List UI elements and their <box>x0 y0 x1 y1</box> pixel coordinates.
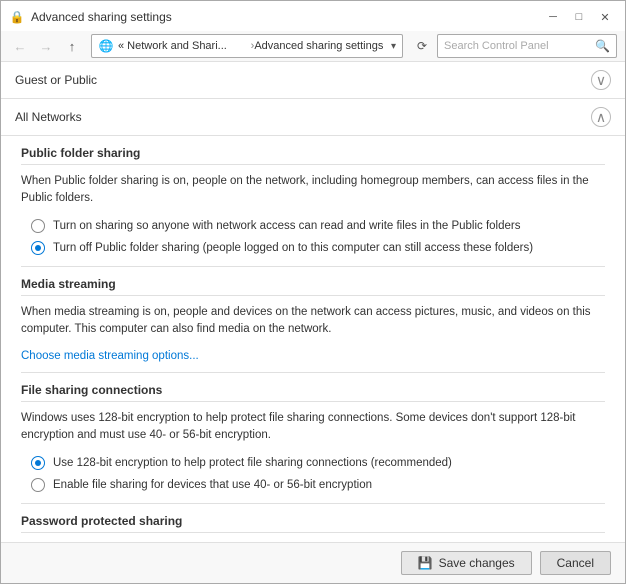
minimize-button[interactable]: ─ <box>541 7 565 27</box>
search-placeholder-text: Search Control Panel <box>444 40 595 52</box>
public-folder-sharing-section: Public folder sharing When Public folder… <box>21 146 605 256</box>
file-sharing-connections-title: File sharing connections <box>21 383 605 402</box>
cancel-button[interactable]: Cancel <box>540 551 611 575</box>
guest-or-public-section-header[interactable]: Guest or Public ∨ <box>1 62 625 99</box>
all-networks-content: Public folder sharing When Public folder… <box>1 136 625 542</box>
radio-128bit[interactable]: Use 128-bit encryption to help protect f… <box>31 455 605 471</box>
radio-turn-off-sharing-circle <box>31 241 45 255</box>
title-controls: ─ □ ✕ <box>541 7 617 27</box>
file-sharing-connections-description: Windows uses 128-bit encryption to help … <box>21 410 605 445</box>
search-icon[interactable]: 🔍 <box>595 39 610 53</box>
file-sharing-connections-section: File sharing connections Windows uses 12… <box>21 372 605 493</box>
password-protected-sharing-title: Password protected sharing <box>21 514 605 533</box>
footer-bar: 💾 Save changes Cancel <box>1 542 625 583</box>
radio-turn-off-sharing[interactable]: Turn off Public folder sharing (people l… <box>31 240 605 256</box>
address-path-part1: « Network and Shari... <box>118 40 251 52</box>
address-path-part2: Advanced sharing settings <box>254 40 387 52</box>
guest-or-public-chevron: ∨ <box>591 70 611 90</box>
content-area: Guest or Public ∨ All Networks ∧ Public … <box>1 62 625 542</box>
close-button[interactable]: ✕ <box>593 7 617 27</box>
save-changes-button[interactable]: 💾 Save changes <box>401 551 532 575</box>
maximize-button[interactable]: □ <box>567 7 591 27</box>
address-bar: 🌐 « Network and Shari... › Advanced shar… <box>91 34 403 58</box>
search-bar[interactable]: Search Control Panel 🔍 <box>437 34 617 58</box>
radio-40-56bit-circle <box>31 478 45 492</box>
toolbar: ← → ↑ 🌐 « Network and Shari... › Advance… <box>1 31 625 62</box>
radio-40-56bit[interactable]: Enable file sharing for devices that use… <box>31 477 605 493</box>
cancel-label: Cancel <box>557 556 594 570</box>
media-streaming-description: When media streaming is on, people and d… <box>21 304 605 339</box>
network-icon: 🌐 <box>98 38 114 54</box>
radio-turn-on-sharing-circle <box>31 219 45 233</box>
refresh-button[interactable]: ⟳ <box>411 35 433 57</box>
radio-40-56bit-label: Enable file sharing for devices that use… <box>53 477 372 493</box>
back-button[interactable]: ← <box>9 35 31 57</box>
guest-or-public-title: Guest or Public <box>15 73 97 87</box>
all-networks-title: All Networks <box>15 110 82 124</box>
radio-128bit-circle <box>31 456 45 470</box>
password-protected-sharing-section: Password protected sharing When password… <box>21 503 605 542</box>
title-bar-left: 🔒 Advanced sharing settings <box>9 9 172 25</box>
file-sharing-radio-group: Use 128-bit encryption to help protect f… <box>31 455 605 493</box>
save-icon: 💾 <box>418 556 433 570</box>
radio-turn-off-sharing-label: Turn off Public folder sharing (people l… <box>53 240 533 256</box>
window-title: Advanced sharing settings <box>31 10 172 24</box>
radio-128bit-label: Use 128-bit encryption to help protect f… <box>53 455 452 471</box>
window-icon: 🔒 <box>9 9 25 25</box>
all-networks-section-header[interactable]: All Networks ∧ <box>1 99 625 136</box>
title-bar: 🔒 Advanced sharing settings ─ □ ✕ <box>1 1 625 31</box>
up-button[interactable]: ↑ <box>61 35 83 57</box>
address-dropdown-arrow[interactable]: ▾ <box>391 41 396 52</box>
main-scroll-area[interactable]: Guest or Public ∨ All Networks ∧ Public … <box>1 62 625 542</box>
all-networks-chevron: ∧ <box>591 107 611 127</box>
public-folder-sharing-description: When Public folder sharing is on, people… <box>21 173 605 208</box>
media-streaming-title: Media streaming <box>21 277 605 296</box>
public-folder-radio-group: Turn on sharing so anyone with network a… <box>31 218 605 256</box>
forward-button[interactable]: → <box>35 35 57 57</box>
radio-turn-on-sharing[interactable]: Turn on sharing so anyone with network a… <box>31 218 605 234</box>
public-folder-sharing-title: Public folder sharing <box>21 146 605 165</box>
save-changes-label: Save changes <box>439 556 515 570</box>
media-streaming-options-link[interactable]: Choose media streaming options... <box>21 350 199 362</box>
media-streaming-section: Media streaming When media streaming is … <box>21 266 605 363</box>
radio-turn-on-sharing-label: Turn on sharing so anyone with network a… <box>53 218 521 234</box>
main-window: 🔒 Advanced sharing settings ─ □ ✕ ← → ↑ … <box>0 0 626 584</box>
